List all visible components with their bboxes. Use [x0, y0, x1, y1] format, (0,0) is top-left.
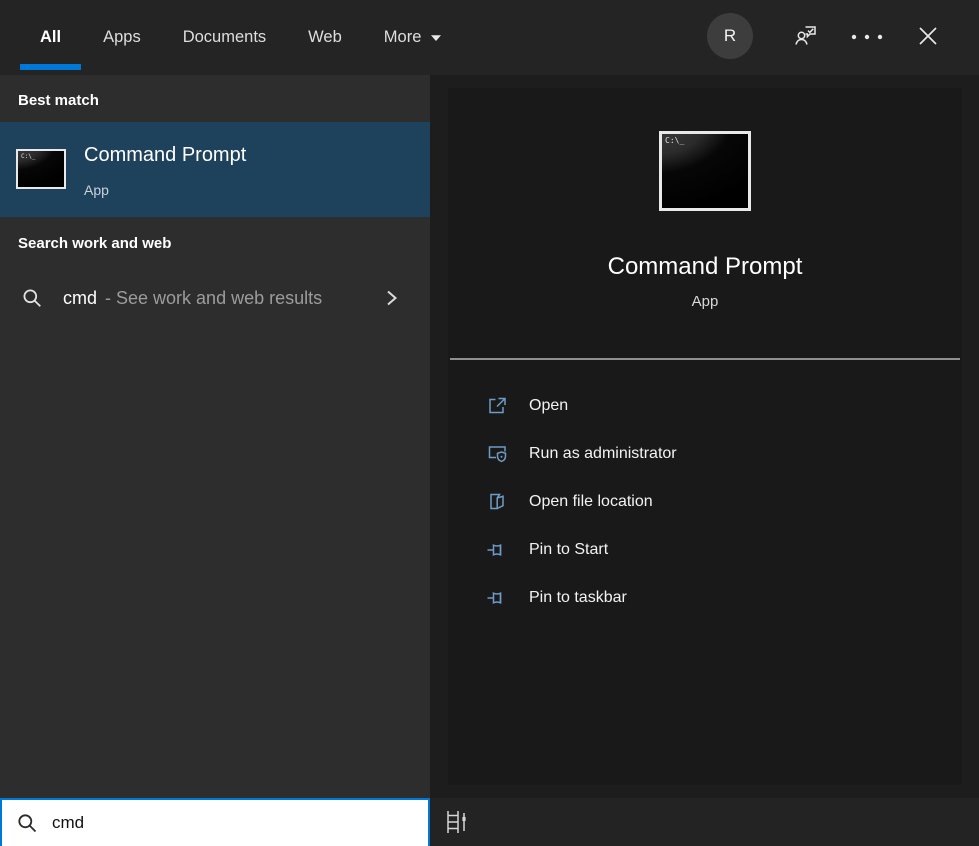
topbar-actions: R — [679, 0, 979, 75]
tab-web[interactable]: Web — [308, 0, 342, 75]
best-match-title: Command Prompt — [84, 144, 246, 167]
preview-subtitle: App — [448, 293, 962, 310]
preview-card: Command Prompt App Open — [448, 88, 962, 785]
more-options-button[interactable] — [849, 29, 885, 45]
action-run-as-administrator[interactable]: Run as administrator — [448, 430, 962, 478]
taskbar-search-box[interactable] — [0, 798, 430, 846]
chevron-down-icon — [430, 34, 442, 42]
action-open-file-location[interactable]: Open file location — [448, 478, 962, 526]
tab-more-label: More — [384, 28, 422, 47]
folder-icon — [485, 490, 509, 514]
taskbar — [430, 798, 979, 846]
action-pin-to-taskbar[interactable]: Pin to taskbar — [448, 574, 962, 622]
avatar-letter: R — [724, 26, 736, 46]
tab-all-label: All — [40, 28, 61, 47]
close-button[interactable] — [913, 21, 943, 51]
action-pin-start-label: Pin to Start — [529, 541, 608, 559]
search-icon — [20, 286, 44, 310]
best-match-subtitle: App — [84, 182, 109, 198]
admin-shield-icon — [485, 442, 509, 466]
pin-icon — [485, 586, 509, 610]
web-search-result[interactable]: cmd - See work and web results — [0, 271, 430, 325]
best-match-result[interactable]: Command Prompt App — [0, 122, 430, 217]
web-section-header: Search work and web — [18, 235, 171, 252]
command-prompt-icon-large — [659, 131, 751, 211]
pin-icon — [485, 538, 509, 562]
search-filter-bar: All Apps Documents Web More R — [0, 0, 979, 75]
tab-apps-label: Apps — [103, 28, 141, 47]
tab-web-label: Web — [308, 28, 342, 47]
search-input[interactable] — [52, 813, 382, 833]
action-pin-taskbar-label: Pin to taskbar — [529, 589, 627, 607]
action-open[interactable]: Open — [448, 382, 962, 430]
divider — [450, 358, 960, 360]
web-result-query: cmd — [63, 288, 97, 309]
action-open-label: Open — [529, 397, 568, 415]
best-match-header: Best match — [18, 92, 99, 109]
windows-search-flyout: All Apps Documents Web More R — [0, 0, 979, 846]
feedback-button[interactable] — [791, 21, 821, 51]
feedback-icon — [792, 22, 820, 50]
close-icon — [915, 23, 941, 49]
command-prompt-icon — [16, 149, 66, 189]
user-avatar[interactable]: R — [707, 13, 753, 59]
context-actions: Open Run as administrator — [448, 382, 962, 622]
tab-apps[interactable]: Apps — [103, 0, 141, 75]
ellipsis-icon — [849, 33, 885, 41]
tab-all[interactable]: All — [40, 0, 61, 75]
action-run-admin-label: Run as administrator — [529, 445, 677, 463]
chevron-right-icon — [382, 288, 400, 308]
taskbar-app-icon[interactable] — [443, 809, 471, 835]
tab-documents[interactable]: Documents — [183, 0, 266, 75]
search-icon — [15, 811, 39, 835]
web-result-description: - See work and web results — [105, 288, 322, 309]
open-icon — [485, 394, 509, 418]
action-open-location-label: Open file location — [529, 493, 653, 511]
action-pin-to-start[interactable]: Pin to Start — [448, 526, 962, 574]
preview-panel: Command Prompt App Open — [430, 75, 979, 798]
tab-documents-label: Documents — [183, 28, 266, 47]
tab-more[interactable]: More — [384, 0, 443, 75]
results-panel: Best match Command Prompt App Search wor… — [0, 75, 430, 798]
preview-title: Command Prompt — [448, 253, 962, 281]
filter-tabs: All Apps Documents Web More — [40, 0, 442, 75]
